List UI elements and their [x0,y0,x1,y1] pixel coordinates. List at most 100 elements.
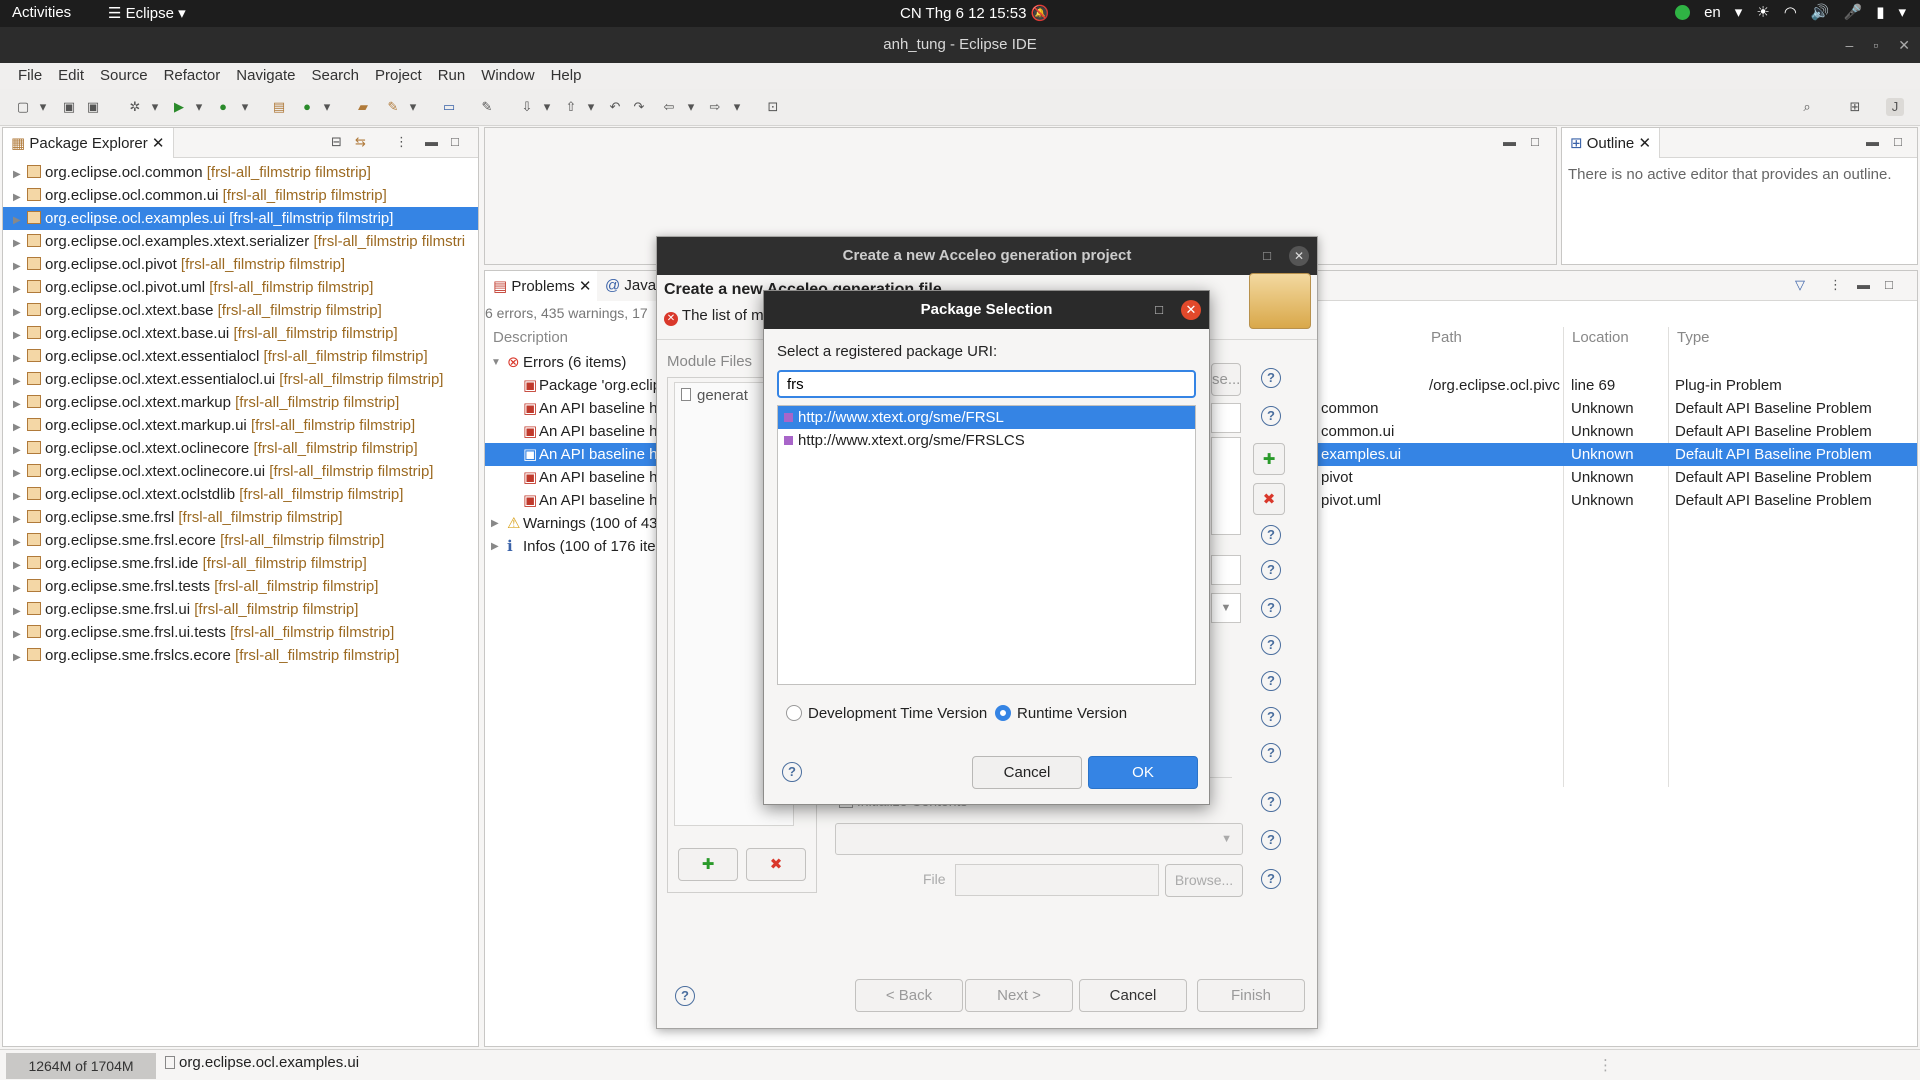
new-class-icon[interactable]: ● [298,98,316,116]
dropdown-icon[interactable]: ▾ [34,98,52,116]
text-field[interactable] [1211,403,1241,433]
maximize-view-icon[interactable]: □ [1894,134,1902,149]
browse-button[interactable]: se... [1211,363,1241,396]
tree-item[interactable]: ▶ org.eclipse.sme.frsl [frsl-all_filmstri… [3,506,478,529]
expand-arrow-icon[interactable]: ▶ [491,512,499,535]
radio-development-time[interactable]: Development Time Version [786,705,987,722]
expand-arrow-icon[interactable]: ▶ [13,301,23,324]
col-type[interactable]: Type [1677,329,1710,346]
minimize-view-icon[interactable]: ▬ [1857,277,1870,292]
init-combo[interactable]: ▼ [835,823,1243,855]
list-item[interactable]: http://www.xtext.org/sme/FRSLCS [778,429,1195,452]
close-tab-icon[interactable]: ✕ [579,278,592,295]
tree-item[interactable]: ▶ org.eclipse.sme.frsl.ide [frsl-all_film… [3,552,478,575]
radio-runtime[interactable]: Runtime Version [995,705,1127,722]
menu-help[interactable]: Help [543,63,590,89]
tree-item[interactable]: ▶ org.eclipse.ocl.xtext.markup [frsl-all_… [3,391,478,414]
expand-arrow-icon[interactable]: ▶ [13,370,23,393]
cancel-button[interactable]: Cancel [972,756,1082,789]
menu-edit[interactable]: Edit [50,63,92,89]
expand-arrow-icon[interactable]: ▶ [13,577,23,600]
maximize-view-icon[interactable]: □ [1531,134,1539,149]
list-field[interactable] [1211,437,1241,535]
tree-item[interactable]: ▶ org.eclipse.ocl.xtext.markup.ui [frsl-a… [3,414,478,437]
menu-run[interactable]: Run [430,63,474,89]
run-external-icon[interactable]: ● [214,98,232,116]
tree-item[interactable]: ▶ org.eclipse.sme.frslcs.ecore [frsl-all_… [3,644,478,667]
help-icon[interactable]: ? [1261,525,1281,545]
save-all-icon[interactable]: ▣ [84,98,102,116]
terminal-icon[interactable]: ▭ [440,98,458,116]
expand-arrow-icon[interactable]: ▶ [13,232,23,255]
dropdown-icon[interactable]: ▾ [538,98,556,116]
toggle-mark-icon[interactable]: ✎ [478,98,496,116]
language-indicator[interactable]: en [1704,4,1721,21]
expand-arrow-icon[interactable]: ▶ [13,623,23,646]
dropdown-icon[interactable]: ▾ [682,98,700,116]
expand-arrow-icon[interactable]: ▶ [13,600,23,623]
new-package-icon[interactable]: ▤ [270,98,288,116]
menu-search[interactable]: Search [303,63,367,89]
combo-field[interactable]: ▼ [1211,593,1241,623]
dropdown-icon[interactable]: ▾ [190,98,208,116]
tree-item[interactable]: ▶ org.eclipse.ocl.examples.ui [frsl-all_f… [3,207,478,230]
text-field[interactable] [1211,555,1241,585]
maximize-icon[interactable]: □ [1155,291,1163,329]
system-tray[interactable]: en ▾ ☀ ◠ 🔊 🎤 ▮ ▾ [1675,3,1906,21]
prev-annotation-icon[interactable]: ⇧ [562,98,580,116]
help-icon[interactable]: ? [1261,598,1281,618]
filter-input[interactable] [777,370,1196,398]
expand-arrow-icon[interactable]: ▶ [13,324,23,347]
help-icon[interactable]: ? [1261,830,1281,850]
save-icon[interactable]: ▣ [60,98,78,116]
add-button[interactable]: ✚ [1253,443,1285,475]
expand-arrow-icon[interactable]: ▶ [13,462,23,485]
close-icon[interactable]: ✕ [1181,300,1201,320]
list-item[interactable]: http://www.xtext.org/sme/FRSL [778,406,1195,429]
menu-source[interactable]: Source [92,63,156,89]
help-icon[interactable]: ? [1261,635,1281,655]
close-tab-icon[interactable]: ✕ [152,135,165,152]
help-icon[interactable]: ? [1261,671,1281,691]
cancel-button[interactable]: Cancel [1079,979,1187,1012]
remove-button[interactable]: ✖ [1253,483,1285,515]
package-uri-list[interactable]: http://www.xtext.org/sme/FRSL http://www.… [777,405,1196,685]
tab-problems[interactable]: ▤ Problems ✕ [485,271,601,301]
expand-arrow-icon[interactable]: ▶ [13,209,23,232]
maximize-view-icon[interactable]: □ [1885,277,1893,292]
tree-item[interactable]: ▶ org.eclipse.ocl.pivot [frsl-all_filmstr… [3,253,478,276]
heap-status[interactable]: 1264M of 1704M [6,1053,156,1079]
expand-arrow-icon[interactable]: ▶ [13,646,23,669]
dropdown-icon[interactable]: ▾ [404,98,422,116]
tree-item[interactable]: ▶ org.eclipse.sme.frsl.ui.tests [frsl-all… [3,621,478,644]
next-annotation-icon[interactable]: ⇩ [518,98,536,116]
help-icon[interactable]: ? [782,762,802,782]
app-menu[interactable]: ☰ Eclipse ▾ [108,4,186,22]
filter-icon[interactable]: ▽ [1795,277,1805,293]
minimize-view-icon[interactable]: ▬ [425,134,438,149]
dropdown-icon[interactable]: ▾ [582,98,600,116]
tree-item[interactable]: ▶ org.eclipse.ocl.xtext.essentialocl.ui [… [3,368,478,391]
collapse-all-icon[interactable]: ⊟ [331,134,342,150]
open-type-icon[interactable]: ▰ [354,98,372,116]
tree-item[interactable]: ▶ org.eclipse.sme.frsl.tests [frsl-all_fi… [3,575,478,598]
dropdown-icon[interactable]: ▾ [728,98,746,116]
expand-arrow-icon[interactable]: ▶ [13,508,23,531]
finish-button[interactable]: Finish [1197,979,1305,1012]
search-tool-icon[interactable]: ✎ [384,98,402,116]
maximize-icon[interactable]: ▫ [1873,27,1878,63]
file-browse-button[interactable]: Browse... [1165,864,1243,897]
expand-arrow-icon[interactable]: ▶ [13,255,23,278]
debug-icon[interactable]: ✲ [126,98,144,116]
col-location[interactable]: Location [1572,329,1629,346]
tree-item[interactable]: ▶ org.eclipse.ocl.xtext.essentialocl [frs… [3,345,478,368]
last-edit-icon[interactable]: ↶ [606,98,624,116]
close-icon[interactable]: ✕ [1289,246,1309,266]
help-icon[interactable]: ? [1261,707,1281,727]
expand-arrow-icon[interactable]: ▶ [13,416,23,439]
clock[interactable]: CN Thg 6 12 15:53 🔕 [900,4,1049,22]
help-icon[interactable]: ? [1261,560,1281,580]
forward-icon[interactable]: ⇨ [706,98,724,116]
tree-item[interactable]: ▶ org.eclipse.sme.frsl.ui [frsl-all_films… [3,598,478,621]
link-with-editor-icon[interactable]: ⇆ [355,134,366,150]
